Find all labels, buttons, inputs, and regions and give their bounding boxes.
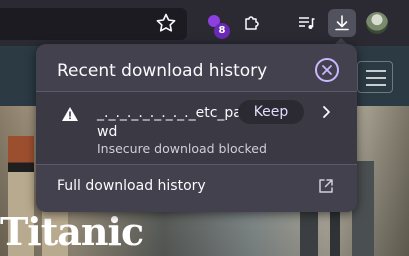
download-icon[interactable] [328,9,356,37]
avatar[interactable] [366,12,388,34]
extension-badge-icon[interactable]: 8 [205,9,233,39]
open-external-icon [317,177,335,195]
panel-title: Recent download history [57,61,268,81]
media-icon[interactable] [292,9,320,37]
chevron-right-icon[interactable] [318,102,334,122]
close-icon [322,65,332,75]
close-button[interactable] [315,58,339,82]
page-title: Titanic [0,209,144,254]
keep-button[interactable]: Keep [238,100,304,124]
puzzle-icon[interactable] [238,9,266,37]
full-history-label: Full download history [57,178,206,194]
download-status: Insecure download blocked [97,141,267,156]
star-icon[interactable] [155,12,177,34]
hamburger-menu-icon[interactable] [357,61,393,93]
download-item[interactable]: _._._._._._._._._etc_passwd Insecure dow… [36,92,357,164]
extension-badge-count: 8 [214,23,230,39]
warning-icon [61,106,79,122]
full-history-row[interactable]: Full download history [36,165,357,212]
downloads-panel: Recent download history _._._._._._._._.… [36,44,357,212]
